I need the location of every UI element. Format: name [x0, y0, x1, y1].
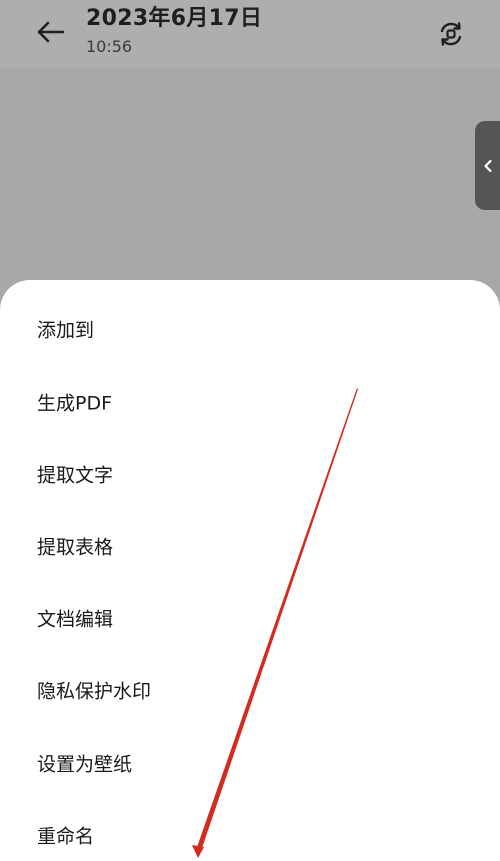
title-block: 2023年6月17日 10:56	[86, 4, 262, 58]
page-subtitle-time: 10:56	[86, 37, 133, 56]
menu-item-label: 重命名	[37, 825, 95, 848]
rotate-button[interactable]	[434, 17, 468, 51]
menu-item-label: 文档编辑	[37, 608, 114, 631]
menu-item-rename[interactable]: 重命名	[0, 799, 500, 861]
menu-item-label: 添加到	[37, 319, 95, 342]
chevron-left-icon	[483, 159, 492, 172]
menu-item-label: 隐私保护水印	[37, 680, 152, 703]
action-bottom-sheet: 添加到 生成PDF 提取文字 提取表格 文档编辑 隐私保护水印 设置为壁纸 重命…	[0, 280, 500, 861]
menu-item-generate-pdf[interactable]: 生成PDF	[0, 366, 500, 438]
menu-item-add-to[interactable]: 添加到	[0, 293, 500, 365]
page-title: 2023年6月17日	[86, 6, 263, 31]
top-bar: 2023年6月17日 10:56	[0, 0, 500, 68]
menu-item-set-wallpaper[interactable]: 设置为壁纸	[0, 727, 500, 799]
menu-item-label: 提取文字	[37, 464, 114, 487]
menu-item-document-edit[interactable]: 文档编辑	[0, 582, 500, 654]
arrow-left-icon	[37, 21, 65, 43]
menu-item-label: 提取表格	[37, 536, 114, 559]
menu-item-label: 设置为壁纸	[37, 753, 133, 776]
menu-item-extract-text[interactable]: 提取文字	[0, 438, 500, 510]
menu-item-extract-table[interactable]: 提取表格	[0, 510, 500, 582]
rotate-icon	[440, 22, 462, 46]
side-panel-tab[interactable]	[475, 121, 500, 210]
menu-item-label: 生成PDF	[37, 392, 113, 415]
menu-item-privacy-watermark[interactable]: 隐私保护水印	[0, 654, 500, 726]
back-button[interactable]	[30, 14, 70, 50]
